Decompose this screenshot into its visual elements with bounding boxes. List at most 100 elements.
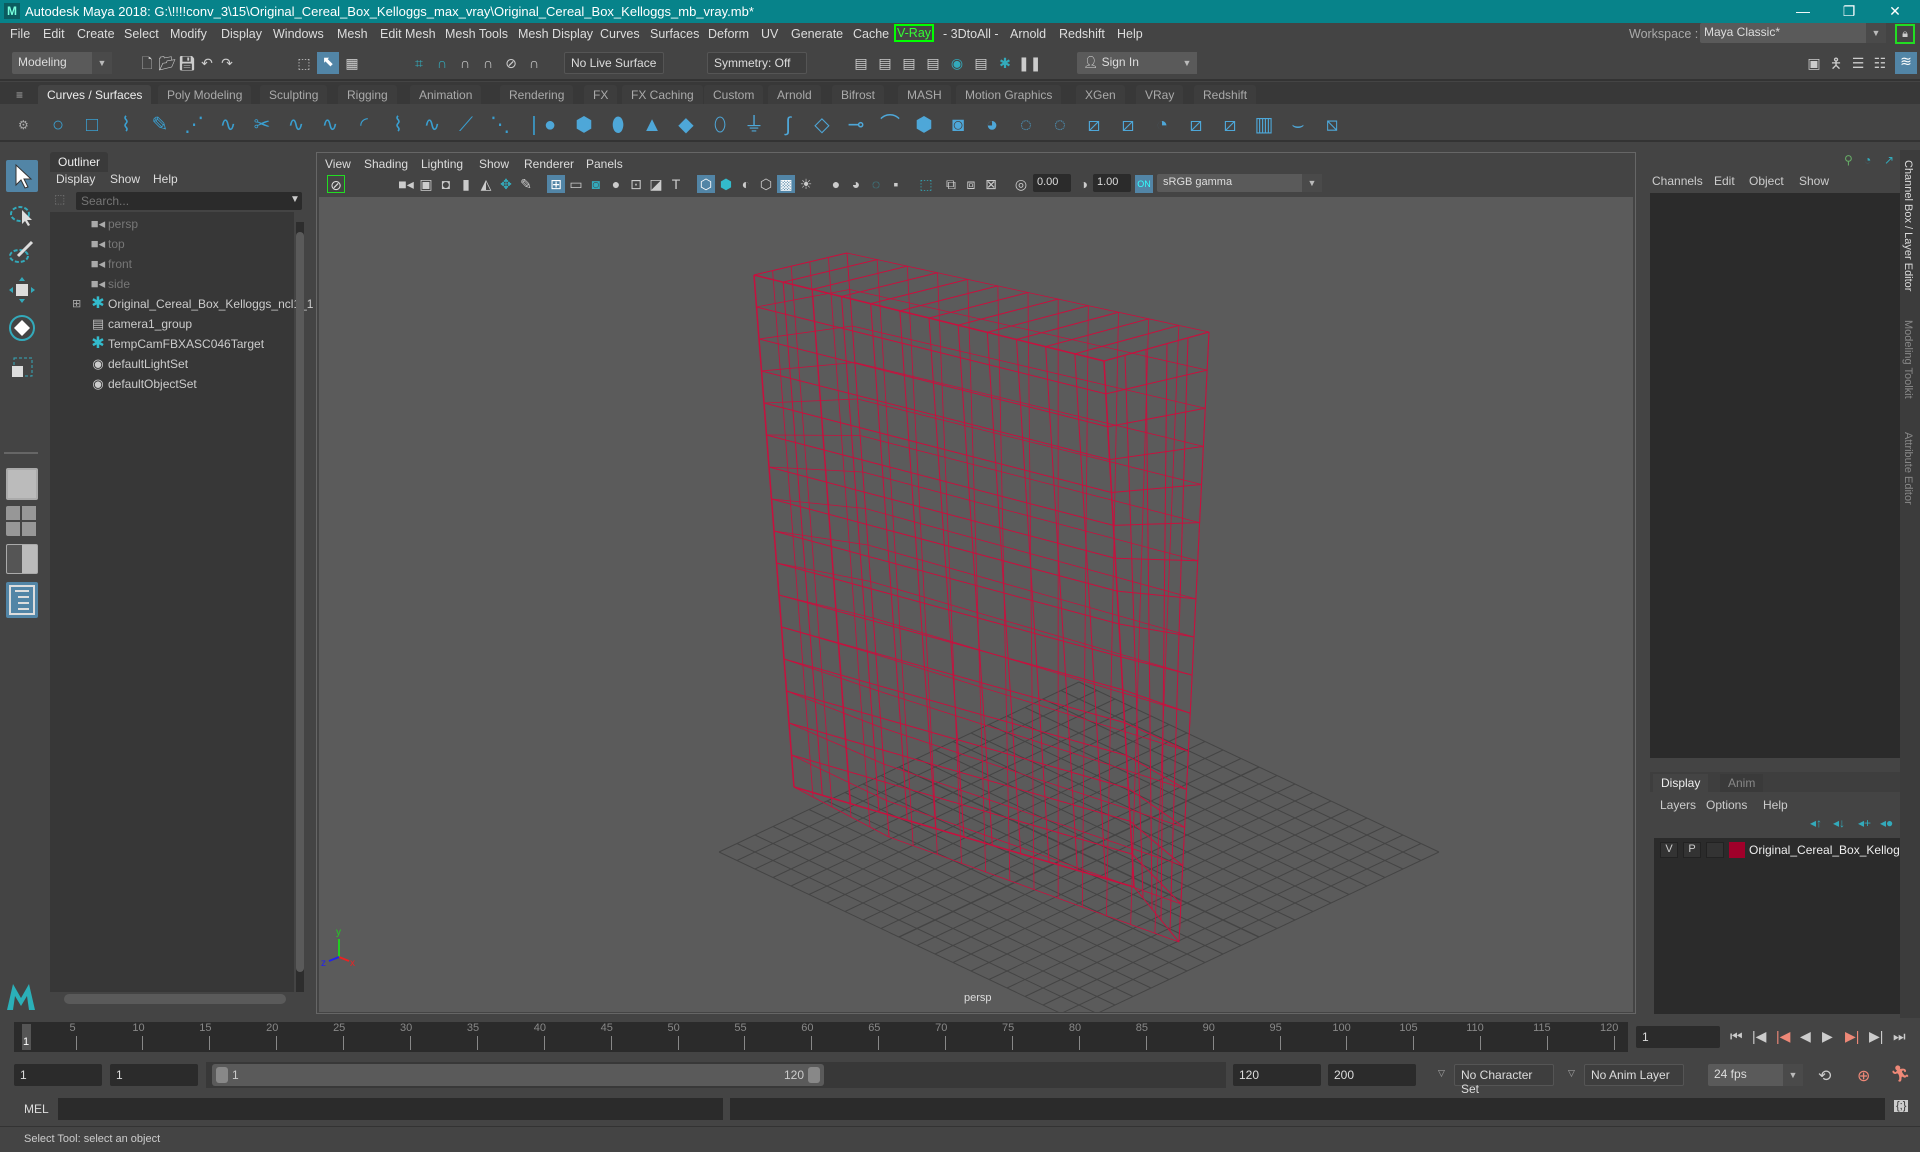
boundary-icon[interactable]: ◙ — [946, 113, 970, 137]
playback-start-field[interactable]: 1 — [110, 1064, 198, 1086]
shelf-tab[interactable]: XGen — [1076, 85, 1125, 104]
cut-curve-icon[interactable]: ✂ — [250, 113, 274, 137]
lock-icon[interactable]: 🔒︎ — [1895, 24, 1915, 44]
project-curve-icon[interactable]: ⟋ — [454, 113, 478, 137]
anim-layer-field[interactable]: No Anim Layer — [1584, 1064, 1684, 1086]
isolate-select-icon[interactable]: ⬚ — [917, 175, 935, 193]
select-hierarchy-icon[interactable]: ⬚ — [295, 54, 313, 72]
shadows-icon[interactable]: ● — [827, 175, 845, 193]
play-forwards-icon[interactable]: ▶ — [1822, 1028, 1833, 1045]
birail-icon[interactable]: ⌒ — [878, 113, 902, 137]
light-editor-icon[interactable]: ✱ — [996, 54, 1014, 72]
make-live-icon[interactable]: ∩ — [525, 54, 543, 72]
xray-active-icon[interactable]: ⧈ — [962, 175, 980, 193]
gamma-icon[interactable]: ◑ — [1075, 175, 1093, 193]
menu-edit-mesh[interactable]: Edit Mesh — [380, 27, 436, 41]
outliner-item[interactable]: ✱ TempCamFBXASC046Target — [50, 334, 290, 354]
fillet-surface-icon[interactable]: ◔ — [1150, 113, 1174, 137]
project-on-surface-icon[interactable]: ⧄ — [1082, 113, 1106, 137]
xray-joints-icon[interactable]: ⧉ — [942, 175, 960, 193]
menu-set-dropdown[interactable]: Modeling ▼ — [12, 52, 112, 74]
color-management-toggle-icon[interactable]: ON — [1135, 175, 1153, 193]
backface-icon[interactable]: ⊠ — [982, 175, 1000, 193]
symmetry-field[interactable]: Symmetry: Off — [707, 52, 807, 74]
shelf-tab[interactable]: FX — [584, 85, 618, 104]
select-tool-icon[interactable] — [6, 160, 38, 192]
menu-windows[interactable]: Windows — [273, 27, 324, 41]
manipulator-icon[interactable]: ⚲ — [1844, 153, 1853, 167]
sign-in-dropdown[interactable]: 👤︎ Sign In ▼ — [1077, 52, 1197, 74]
play-backwards-icon[interactable]: ◀ — [1800, 1028, 1811, 1045]
layer-tab-display[interactable]: Display — [1653, 774, 1709, 792]
open-scene-icon[interactable]: 📂︎ — [158, 54, 176, 72]
outliner-item[interactable]: ■◂ persp — [50, 214, 290, 234]
gamma-field[interactable]: 1.00 — [1093, 174, 1131, 192]
object-menu[interactable]: Object — [1749, 174, 1784, 188]
fps-dropdown[interactable]: 24 fps ▼ — [1708, 1064, 1803, 1086]
minimize-button[interactable]: — — [1780, 0, 1826, 23]
menu-surfaces[interactable]: Surfaces — [650, 27, 699, 41]
character-controls-icon[interactable]: 🯅 — [1827, 54, 1845, 72]
outliner-tab[interactable]: Outliner — [50, 152, 109, 172]
grease-pencil-icon[interactable]: ✎ — [517, 175, 535, 193]
auto-key-icon[interactable]: ⊕ — [1857, 1066, 1870, 1086]
nurbs-torus-icon[interactable]: ⬯ — [708, 113, 732, 137]
image-plane-icon[interactable]: ◭ — [477, 175, 495, 193]
outliner-layout-icon[interactable] — [6, 582, 38, 618]
rebuild-curve-icon[interactable]: ∿ — [318, 113, 342, 137]
viewport-menu-view[interactable]: View — [325, 157, 351, 171]
loft-icon[interactable]: ∫ — [776, 113, 800, 137]
menu-edit[interactable]: Edit — [43, 27, 65, 41]
offset-curve-icon[interactable]: ⌇ — [386, 113, 410, 137]
script-language-label[interactable]: MEL — [24, 1102, 49, 1116]
shelf-tab[interactable]: Curves / Surfaces — [38, 85, 152, 104]
snap-projected-icon[interactable]: ∩ — [479, 54, 497, 72]
shelf-tab[interactable]: Sculpting — [260, 85, 328, 104]
move-layer-up-icon[interactable]: ◂↑ — [1810, 816, 1822, 830]
resolution-gate-icon[interactable]: ◙ — [587, 175, 605, 193]
range-start-handle[interactable] — [216, 1067, 228, 1083]
viewport-menu-lighting[interactable]: Lighting — [421, 157, 463, 171]
playback-end-field[interactable]: 120 — [1233, 1064, 1321, 1086]
bevel-plus-icon[interactable]: ⬢ — [912, 113, 936, 137]
nurbs-cone-icon[interactable]: ▲ — [640, 113, 664, 137]
exposure-icon[interactable]: ◎ — [1012, 175, 1030, 193]
field-chart-icon[interactable]: ⊡ — [627, 175, 645, 193]
menu-vray[interactable]: V-Ray — [894, 24, 935, 42]
new-layer-selected-icon[interactable]: ◂● — [1880, 816, 1893, 830]
current-frame-field[interactable]: 1 — [1636, 1026, 1720, 1048]
anim-layer-chevron-icon[interactable]: ▽ — [1568, 1068, 1575, 1079]
menu-mesh[interactable]: Mesh — [337, 27, 368, 41]
viewport-canvas[interactable]: y x z persp — [319, 197, 1633, 1012]
anti-aliasing-icon[interactable]: ▪ — [887, 175, 905, 193]
attribute-editor-icon[interactable]: ☰ — [1849, 54, 1867, 72]
four-view-layout-icon[interactable] — [6, 506, 38, 536]
modeling-toolkit-icon[interactable]: ▣ — [1805, 54, 1823, 72]
pause-viewport-icon[interactable]: ❚❚ — [1018, 54, 1041, 72]
animation-end-field[interactable]: 200 — [1328, 1064, 1416, 1086]
menu-display[interactable]: Display — [221, 27, 262, 41]
shelf-tab[interactable]: Rendering — [500, 85, 574, 104]
surface-edit-icon[interactable]: ⧅ — [1320, 113, 1344, 137]
paint-select-tool-icon[interactable] — [6, 236, 38, 268]
vray-icon[interactable]: ⊘ — [327, 175, 345, 193]
shelf-tab[interactable]: Poly Modeling — [158, 85, 252, 104]
xray-icon[interactable]: ▩ — [777, 175, 795, 193]
menu-select[interactable]: Select — [124, 27, 159, 41]
menu-cache[interactable]: Cache — [853, 27, 889, 41]
side-tab-channel-box[interactable]: Channel Box / Layer Editor — [1902, 160, 1914, 291]
layer-color-swatch[interactable] — [1729, 842, 1745, 858]
two-view-layout-icon[interactable] — [6, 544, 38, 574]
select-object-icon[interactable]: ⬉ — [317, 52, 339, 74]
shelf-tab[interactable]: Rigging — [338, 85, 397, 104]
tool-settings-icon[interactable]: ☷ — [1871, 54, 1889, 72]
script-editor-icon[interactable]: {;} — [1894, 1100, 1909, 1112]
rebuild-surface-icon[interactable]: ▥ — [1252, 113, 1276, 137]
workspace-dropdown[interactable]: Maya Classic* ▼ — [1700, 23, 1886, 43]
outliner-search-input[interactable] — [76, 192, 302, 210]
edit-menu[interactable]: Edit — [1714, 174, 1735, 188]
viewport-menu-show[interactable]: Show — [479, 157, 509, 171]
help-menu[interactable]: Help — [1763, 798, 1788, 812]
untrim-icon[interactable]: ◌ — [1048, 113, 1072, 137]
layer-name[interactable]: Original_Cereal_Box_Kelloggs — [1749, 843, 1912, 857]
